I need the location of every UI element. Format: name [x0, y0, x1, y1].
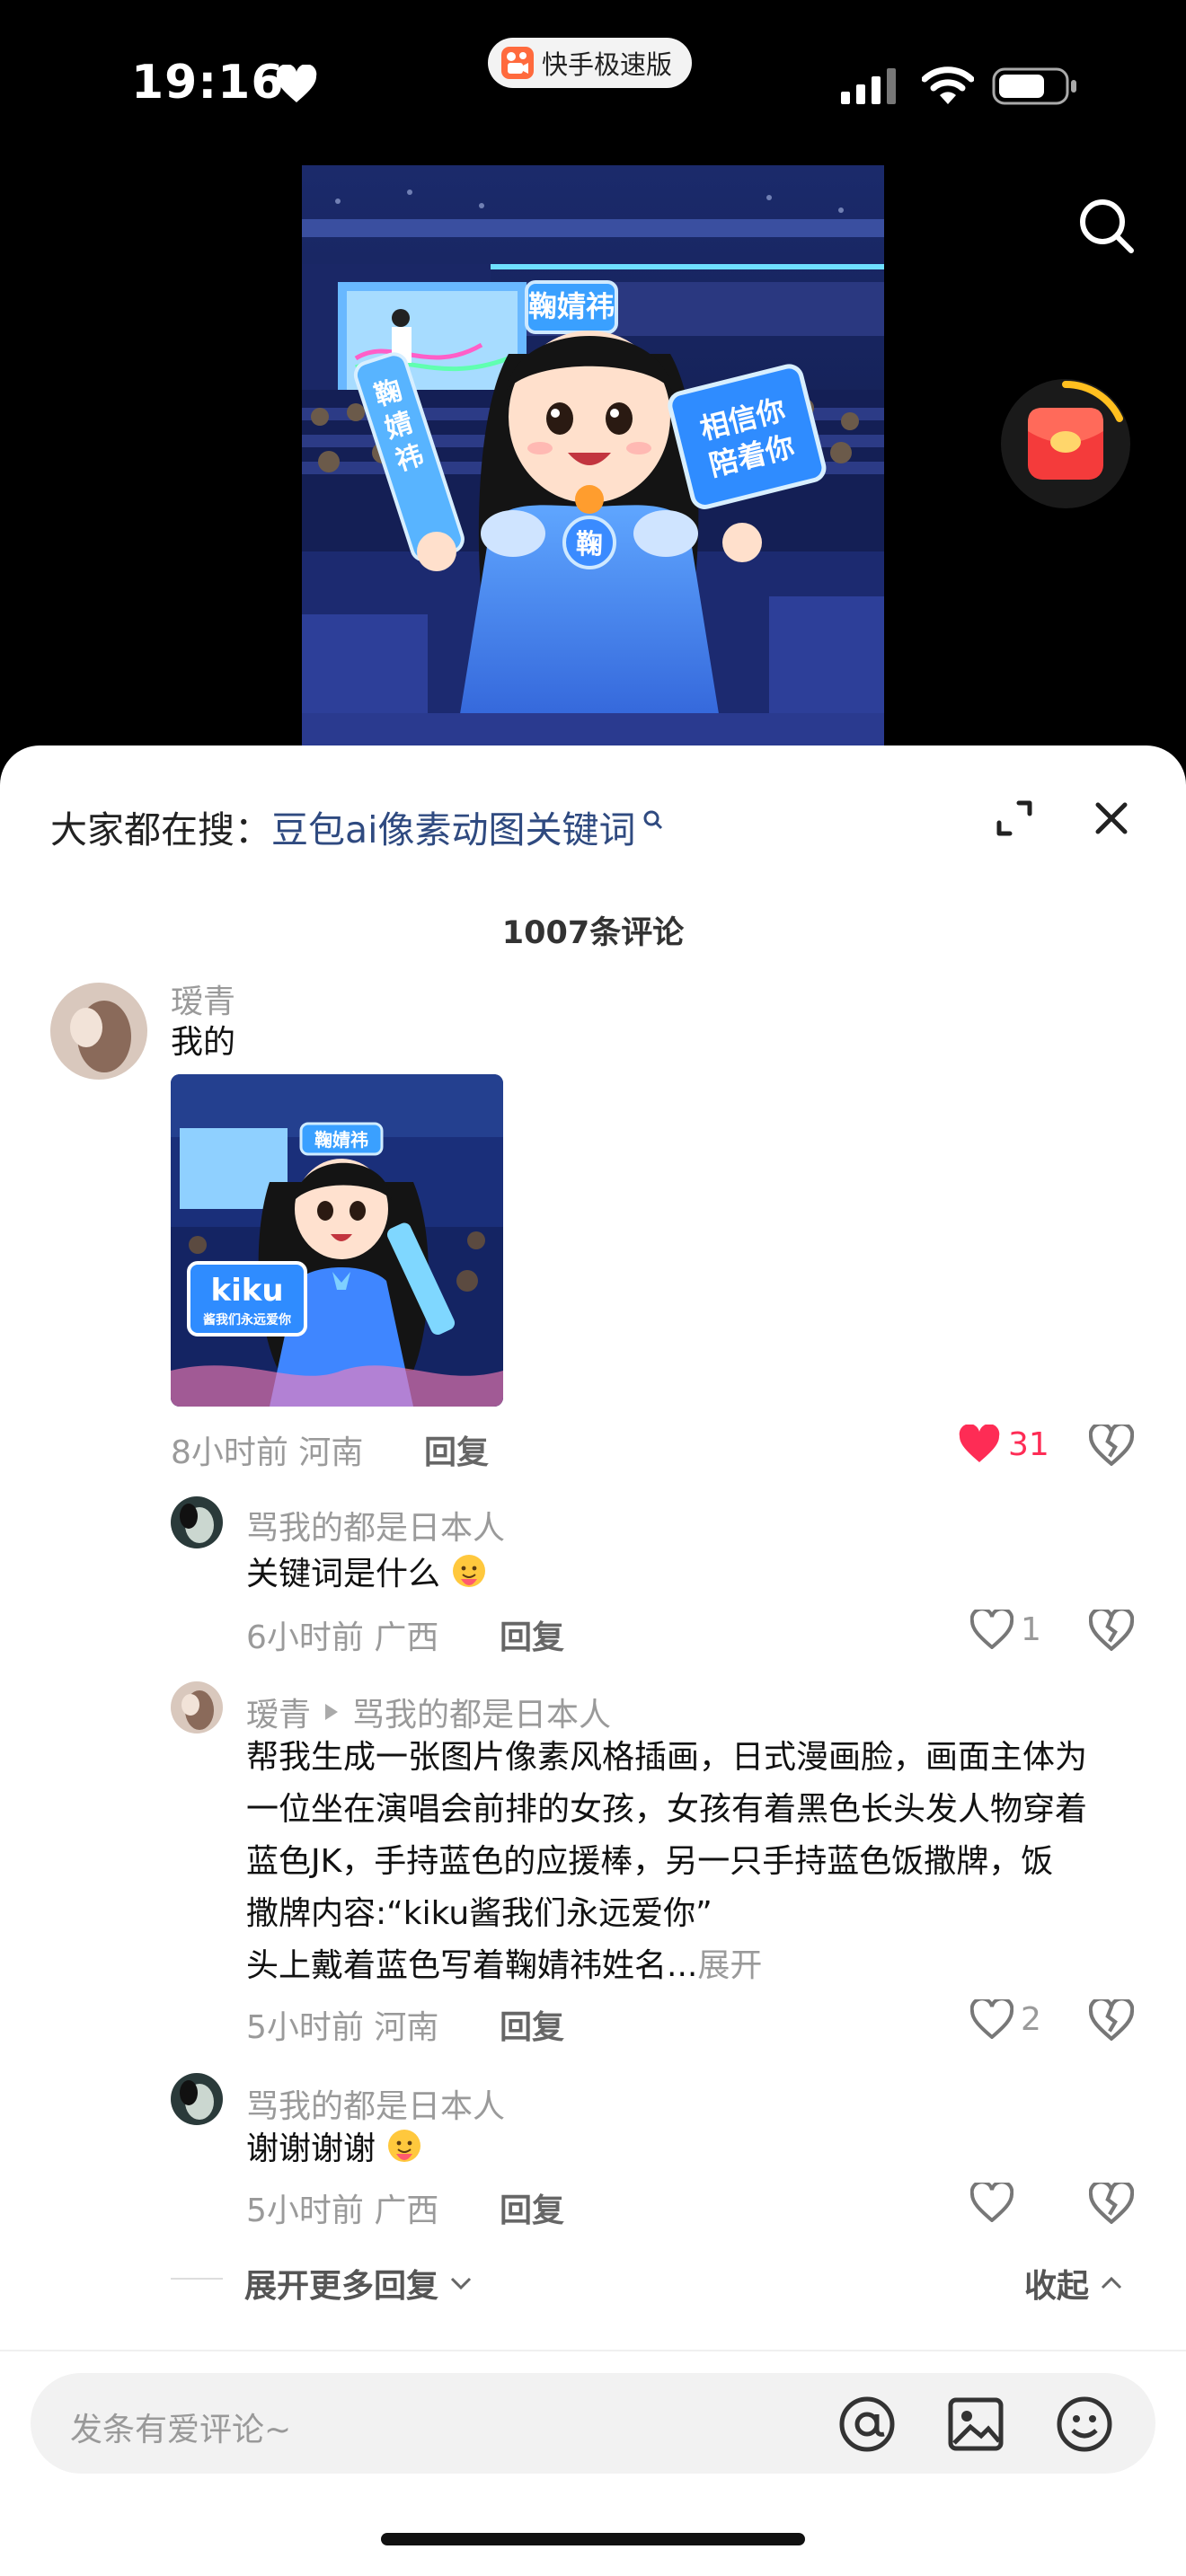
comment-count: 1007条评论	[501, 915, 685, 951]
reply-button[interactable]: 回复	[500, 2001, 564, 2048]
home-indicator[interactable]	[381, 2533, 805, 2545]
reply-text-line: 一位坐在演唱会前排的女孩，女孩有着黑色长头发人物穿着	[246, 1791, 1088, 1828]
reply-username[interactable]: 骂我的都是日本人	[246, 1502, 505, 1548]
heart-filled-icon	[959, 1425, 1000, 1462]
reply-meta: 5小时前 广西	[246, 2184, 438, 2231]
reply-time: 5小时前	[246, 2192, 364, 2229]
mention-icon[interactable]	[837, 2395, 897, 2454]
comment-input-placeholder: 发条有爱评论~	[70, 2412, 292, 2448]
dislike-icon[interactable]	[1089, 1610, 1134, 1651]
dislike-icon[interactable]	[1089, 1425, 1134, 1466]
expand-icon[interactable]	[994, 798, 1035, 839]
avatar[interactable]	[171, 1681, 223, 1734]
reply-header: 瑷青 骂我的都是日本人	[246, 1689, 611, 1735]
comment-illustration: 鞠婧祎 kiku 酱我们永远爱你	[171, 1074, 503, 1407]
divider	[0, 2350, 1186, 2351]
reply-text-line: 帮我生成一张图片像素风格插画，日式漫画脸，画面主体为	[246, 1739, 1088, 1776]
kuaishou-logo-icon	[501, 47, 534, 79]
reply-location: 广西	[374, 1619, 439, 1656]
like-count: 31	[1008, 1425, 1049, 1463]
heart-icon	[276, 65, 317, 102]
reply-text-content: 关键词是什么	[246, 1556, 441, 1592]
comment-location: 河南	[298, 1434, 364, 1471]
chevron-down-icon	[450, 2277, 472, 2290]
hot-search-prefix: 大家都在搜：	[50, 808, 271, 851]
reply-meta: 6小时前 广西	[246, 1611, 438, 1658]
hot-search-keyword[interactable]: 豆包ai像素动图关键词	[271, 799, 636, 853]
search-icon[interactable]	[1075, 194, 1137, 257]
avatar[interactable]	[50, 983, 147, 1080]
like-button[interactable]: 2	[970, 1999, 1041, 2039]
image-sign-sub: 酱我们永远爱你	[203, 1312, 291, 1328]
reply-username[interactable]: 骂我的都是日本人	[246, 2080, 505, 2127]
collapse-label: 收起	[1024, 2268, 1090, 2305]
reply-text-line: 蓝色JK，手持蓝色的应援棒，另一只手持蓝色饭撒牌，饭	[246, 1843, 1054, 1880]
close-icon[interactable]	[1091, 798, 1132, 839]
reply-text[interactable]: 帮我生成一张图片像素风格插画，日式漫画脸，画面主体为 一位坐在演唱会前排的女孩，…	[246, 1732, 1145, 1992]
hot-search-bar[interactable]: 大家都在搜： 豆包ai像素动图关键词	[50, 799, 665, 853]
red-envelope-icon[interactable]	[997, 375, 1134, 512]
cellular-signal-icon	[841, 68, 896, 104]
app-badge[interactable]: 快手极速版	[488, 38, 693, 88]
hug-emoji-icon	[453, 1555, 486, 1587]
dislike-icon[interactable]	[1089, 1999, 1134, 2041]
reply-button[interactable]: 回复	[500, 1611, 564, 1658]
reply-text-content: 谢谢谢谢	[246, 2130, 376, 2167]
divider	[171, 2278, 223, 2280]
headband-text: 鞠婧祎	[528, 289, 615, 323]
comment-username[interactable]: 瑷青	[171, 975, 235, 1022]
image-sign-main: kiku	[210, 1273, 283, 1309]
reply-to-username[interactable]: 骂我的都是日本人	[352, 1689, 611, 1735]
image-icon[interactable]	[947, 2396, 1005, 2452]
comment-sheet: 大家都在搜： 豆包ai像素动图关键词 1007条评论 瑷青 我的 鞠婧祎 kik…	[0, 745, 1186, 2576]
comment-time: 8小时前	[171, 1434, 288, 1471]
heart-outline-icon	[970, 1610, 1013, 1649]
emoji-icon[interactable]	[1055, 2395, 1114, 2454]
heart-outline-icon	[970, 1999, 1013, 2039]
like-button[interactable]: 1	[970, 1610, 1041, 1649]
like-count: 2	[1021, 2000, 1041, 2038]
reply-text[interactable]: 关键词是什么	[246, 1548, 488, 1601]
reply-text[interactable]: 谢谢谢谢	[246, 2123, 423, 2175]
reply-username[interactable]: 瑷青	[246, 1689, 311, 1735]
comment-input[interactable]: 发条有爱评论~	[31, 2373, 1155, 2474]
battery-icon	[992, 67, 1076, 105]
avatar[interactable]	[171, 2073, 223, 2125]
comment-meta: 8小时前 河南	[171, 1426, 363, 1473]
reply-arrow-icon	[325, 1704, 339, 1720]
app-badge-label: 快手极速版	[542, 49, 673, 80]
reply-location: 河南	[374, 2009, 439, 2046]
image-banner-text: 鞠婧祎	[314, 1129, 368, 1151]
expand-link[interactable]: 展开	[697, 1947, 762, 1984]
heart-outline-icon	[970, 2183, 1013, 2222]
status-bar: 19:16 快手极速版	[0, 0, 1186, 171]
show-more-label: 展开更多回复	[244, 2268, 439, 2305]
reply-meta: 5小时前 河南	[246, 2001, 438, 2048]
dislike-icon[interactable]	[1089, 2183, 1134, 2224]
reply-button[interactable]: 回复	[500, 2184, 564, 2231]
reply-location: 广西	[374, 2192, 439, 2229]
like-button[interactable]	[970, 2183, 1021, 2222]
collapse-button[interactable]: 收起	[1024, 2260, 1125, 2307]
reply-text-line: 撒牌内容:“kiku酱我们永远爱你”	[246, 1895, 712, 1932]
reply-time: 5小时前	[246, 2009, 364, 2046]
badge-text: 鞠	[576, 529, 603, 560]
like-count: 1	[1021, 1610, 1041, 1648]
reply-text-line-last: 头上戴着蓝色写着鞠婧祎姓名...展开	[246, 1940, 1145, 1992]
show-more-replies-button[interactable]: 展开更多回复	[244, 2260, 474, 2307]
reply-text-truncated: 头上戴着蓝色写着鞠婧祎姓名...	[246, 1947, 698, 1984]
pixel-art-illustration: 鞠婧祎 鞠 鞠婧祎 相信你陪着你	[302, 165, 884, 747]
reply-button[interactable]: 回复	[424, 1426, 489, 1473]
video-artwork[interactable]: 鞠婧祎 鞠 鞠婧祎 相信你陪着你	[302, 165, 884, 747]
like-button[interactable]: 31	[958, 1425, 1049, 1464]
clock: 19:16	[131, 56, 285, 110]
hug-emoji-icon	[388, 2130, 421, 2162]
comment-image[interactable]: 鞠婧祎 kiku 酱我们永远爱你	[171, 1074, 503, 1407]
comment-text[interactable]: 我的	[171, 1017, 235, 1069]
search-icon	[643, 810, 662, 830]
chevron-up-icon	[1101, 2276, 1122, 2289]
reply-time: 6小时前	[246, 1619, 364, 1656]
wifi-icon	[922, 66, 974, 104]
avatar[interactable]	[171, 1496, 223, 1548]
